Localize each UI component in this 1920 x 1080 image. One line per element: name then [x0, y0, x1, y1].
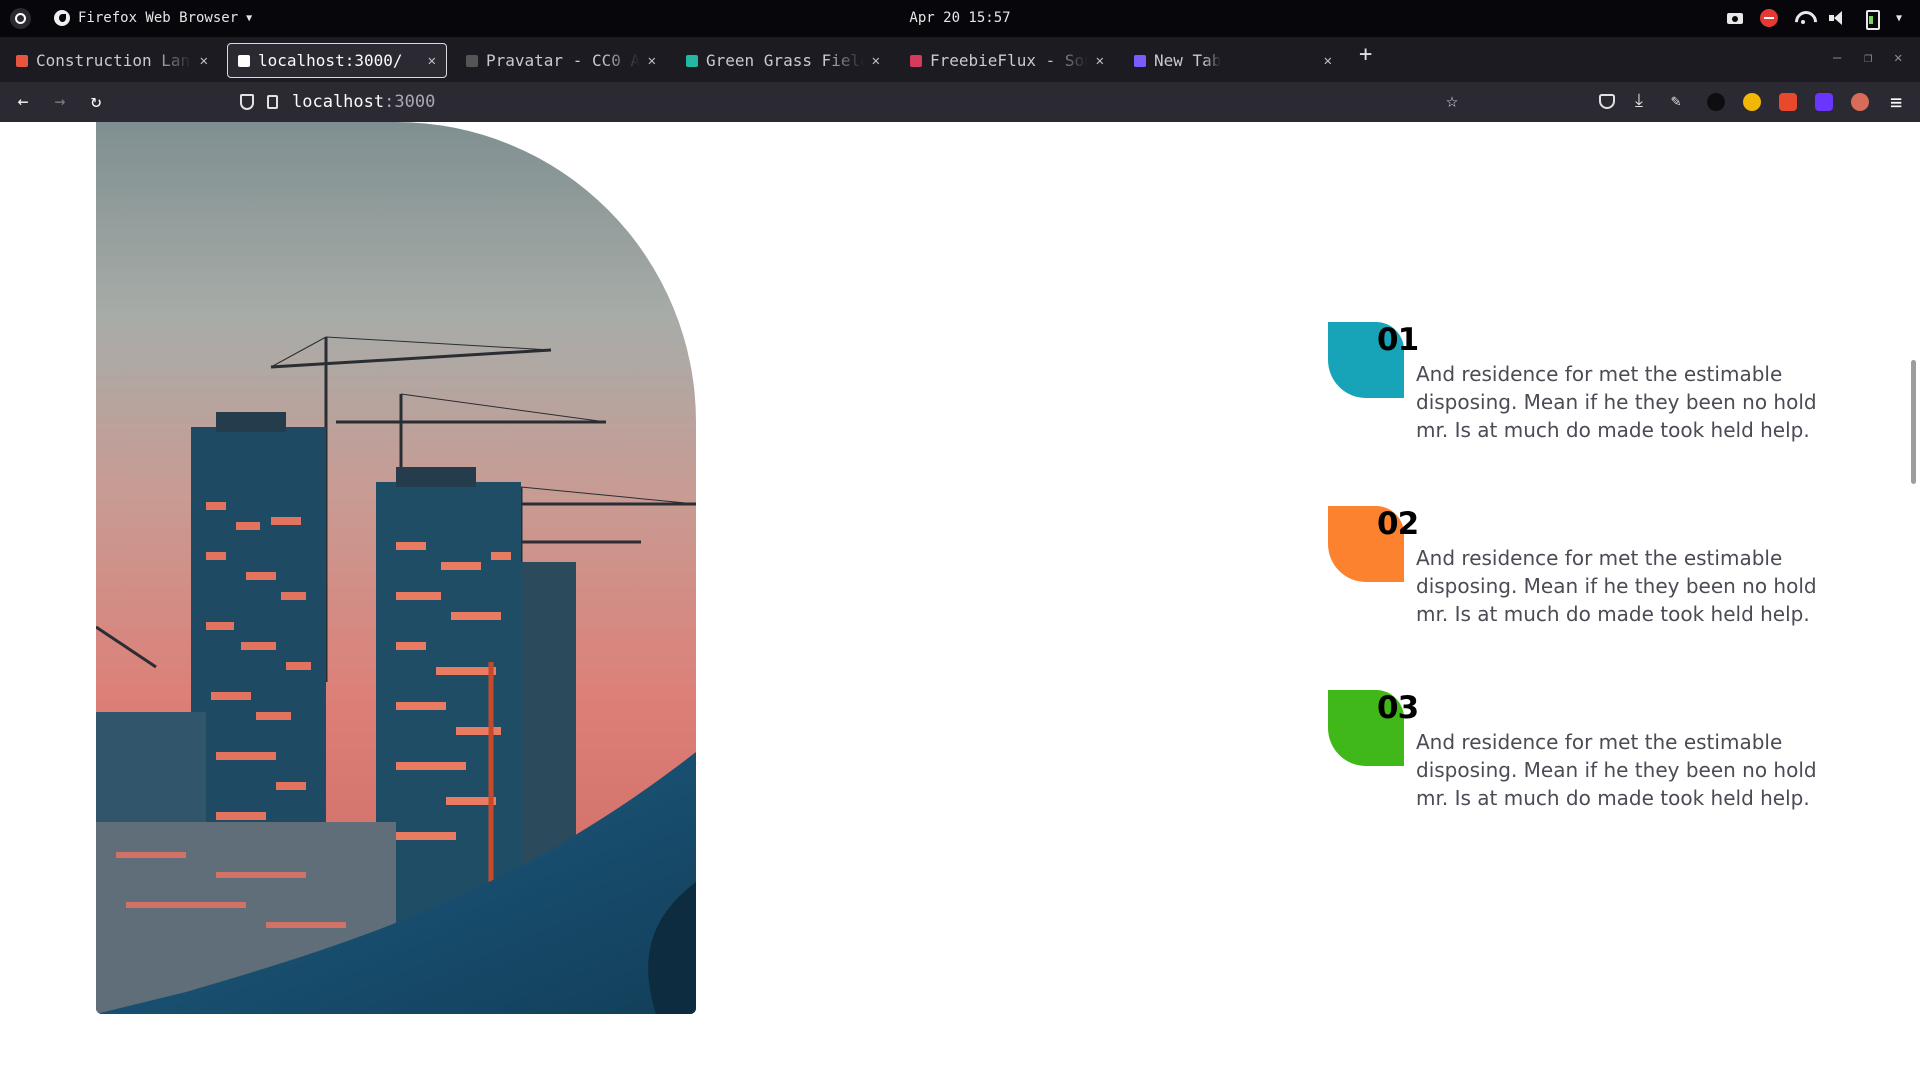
tab-title: FreebieFlux - Source [930, 51, 1088, 70]
ext-yellow-icon[interactable] [1743, 93, 1761, 111]
ext-percent-icon[interactable] [1779, 93, 1797, 111]
clock[interactable]: Apr 20 15:57 [0, 10, 1920, 26]
wifi-icon[interactable] [1794, 9, 1812, 27]
page-scrollbar[interactable] [1911, 360, 1916, 484]
tab-localhost[interactable]: localhost:3000/ ✕ [227, 43, 447, 78]
favicon-icon [1134, 54, 1146, 67]
feature-number: 03 [1377, 690, 1419, 726]
tab-title: Green Grass Field [706, 51, 864, 70]
feature-number: 02 [1377, 506, 1419, 542]
feature-number: 01 [1377, 322, 1419, 358]
pen-icon[interactable]: ✎ [1671, 91, 1689, 110]
navigation-bar: ← → ↻ localhost:3000 ☆ ⤓ ✎ ≡ [0, 82, 1920, 122]
download-icon[interactable]: ⤓ [1635, 90, 1653, 111]
close-icon[interactable]: ✕ [648, 53, 656, 69]
tab-new-tab[interactable]: New Tab ✕ [1124, 43, 1342, 78]
page-viewport: 01 And residence for met the estimable d… [0, 122, 1920, 1080]
tab-strip: Construction Landing ✕ localhost:3000/ ✕… [0, 37, 1920, 82]
close-icon[interactable]: ✕ [1096, 53, 1104, 69]
feature-text: And residence for met the estimable disp… [1416, 546, 1817, 626]
forward-button[interactable]: → [49, 91, 71, 113]
construction-photo [96, 122, 696, 1014]
ext-avatar-icon[interactable] [1851, 93, 1869, 111]
construction-hero-image [96, 122, 696, 1014]
url-bar[interactable]: localhost:3000 [230, 85, 1475, 119]
menu-button[interactable]: ≡ [1885, 91, 1907, 113]
close-icon[interactable]: ✕ [200, 53, 208, 69]
tab-pravatar[interactable]: Pravatar - CC0 Avatars ✕ [456, 43, 666, 78]
back-button[interactable]: ← [12, 91, 34, 113]
favicon-icon [238, 54, 250, 67]
close-icon[interactable]: ✕ [1324, 53, 1332, 69]
system-tray[interactable]: ▼ [1726, 9, 1902, 30]
favicon-icon [910, 54, 922, 67]
chevron-down-icon[interactable]: ▼ [1896, 13, 1902, 24]
reload-button[interactable]: ↻ [85, 91, 107, 113]
favicon-icon [466, 54, 478, 67]
battery-icon[interactable] [1862, 9, 1880, 30]
feature-text: And residence for met the estimable disp… [1416, 730, 1817, 810]
ext-purple-icon[interactable] [1815, 93, 1833, 111]
favicon-icon [686, 54, 698, 67]
tab-title: localhost:3000/ [258, 51, 403, 70]
tab-freebieflux[interactable]: FreebieFlux - Source ✕ [900, 43, 1114, 78]
camera-icon[interactable] [1726, 9, 1744, 27]
do-not-disturb-icon[interactable] [1759, 9, 1778, 27]
os-top-bar: Firefox Web Browser ▼ Apr 20 15:57 ▼ [0, 0, 1920, 37]
feature-item-03: 03 And residence for met the estimable d… [1328, 690, 1848, 820]
tab-construction[interactable]: Construction Landing ✕ [6, 43, 218, 78]
feature-item-01: 01 And residence for met the estimable d… [1328, 322, 1848, 452]
close-icon[interactable]: ✕ [428, 53, 436, 69]
ext-dark-icon[interactable] [1707, 93, 1725, 111]
close-icon[interactable]: ✕ [872, 53, 880, 69]
new-tab-button[interactable]: + [1359, 44, 1372, 66]
tab-title: Pravatar - CC0 Avatars [486, 51, 640, 70]
restore-button[interactable]: ❐ [1864, 50, 1872, 66]
volume-icon[interactable] [1828, 9, 1846, 27]
pocket-icon[interactable] [1599, 94, 1615, 109]
tab-title: Construction Landing [36, 51, 192, 70]
favicon-icon [16, 54, 28, 67]
feature-item-02: 02 And residence for met the estimable d… [1328, 506, 1848, 636]
url-host: localhost [292, 92, 385, 112]
minimize-button[interactable]: — [1833, 50, 1841, 66]
url-port: :3000 [384, 92, 436, 112]
close-window-button[interactable]: ✕ [1894, 50, 1902, 66]
bookmark-star-icon[interactable]: ☆ [1446, 88, 1458, 112]
url-text[interactable]: localhost:3000 [292, 92, 435, 112]
feature-text: And residence for met the estimable disp… [1416, 362, 1817, 442]
shield-icon[interactable] [240, 94, 254, 110]
page-icon[interactable] [267, 95, 278, 109]
tab-green-grass[interactable]: Green Grass Field ✕ [676, 43, 890, 78]
tab-title: New Tab [1154, 51, 1222, 70]
